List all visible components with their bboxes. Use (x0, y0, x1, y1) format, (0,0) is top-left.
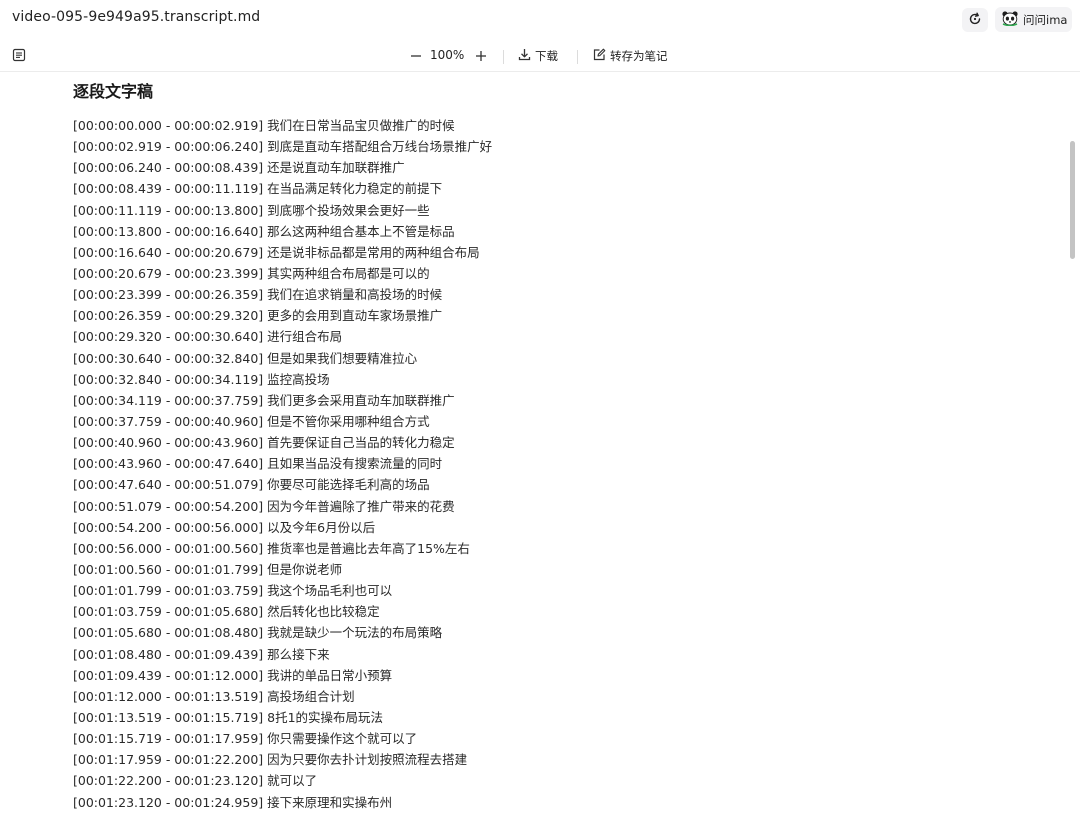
transcript-line: [00:00:43.960 - 00:00:47.640] 且如果当品没有搜索流… (73, 456, 443, 472)
download-label: 下载 (535, 49, 558, 63)
vertical-scrollbar[interactable] (1068, 73, 1078, 817)
refresh-icon (968, 11, 982, 30)
transcript-line: [00:00:56.000 - 00:01:00.560] 推货率也是普遍比去年… (73, 540, 470, 556)
document-title: video-095-9e949a95.transcript.md (12, 9, 261, 25)
section-heading: 逐段文字稿 (73, 82, 154, 101)
plus-icon (475, 47, 487, 66)
transcript-line: [00:01:09.439 - 00:01:12.000] 我讲的单品日常小预算 (73, 667, 393, 683)
outline-toggle-button[interactable] (11, 48, 27, 64)
transcript-line: [00:01:01.799 - 00:01:03.759] 我这个场品毛利也可以 (73, 583, 393, 599)
transcript-line: [00:00:16.640 - 00:00:20.679] 还是说非标品都是常用… (73, 244, 480, 260)
download-icon (518, 48, 531, 64)
transcript-line: [00:00:00.000 - 00:00:02.919] 我们在日常当品宝贝做… (73, 118, 455, 133)
document-view[interactable]: 逐段文字稿 [00:00:00.000 - 00:00:02.919] 我们在日… (0, 73, 1080, 817)
transcript-line: [00:00:20.679 - 00:00:23.399] 其实两种组合布局都是… (73, 265, 430, 281)
transcript-line: [00:00:30.640 - 00:00:32.840] 但是如果我们想要精准… (73, 350, 418, 366)
save-as-note-button[interactable]: 转存为笔记 (593, 46, 668, 66)
transcript-line: [00:00:32.840 - 00:00:34.119] 监控高投场 (73, 371, 330, 387)
transcript-line: [00:00:23.399 - 00:00:26.359] 我们在追求销量和高投… (73, 287, 443, 303)
transcript-line: [00:01:23.120 - 00:01:24.959] 接下来原理和实操布州 (73, 794, 393, 810)
transcript-line: [00:01:22.200 - 00:01:23.120] 就可以了 (73, 773, 318, 789)
transcript-line: [00:00:37.759 - 00:00:40.960] 但是不管你采用哪种组… (73, 413, 430, 429)
viewer-toolbar: 100% 下载 转存为笔记 (0, 40, 1080, 72)
transcript-line: [00:01:03.759 - 00:01:05.680] 然后转化也比较稳定 (73, 604, 380, 620)
zoom-level: 100% (430, 48, 465, 62)
transcript-line: [00:00:13.800 - 00:00:16.640] 那么这两种组合基本上… (73, 223, 455, 239)
scrollbar-thumb[interactable] (1070, 141, 1075, 259)
transcript-line: [00:00:51.079 - 00:00:54.200] 因为今年普遍除了推广… (73, 498, 455, 514)
zoom-out-button[interactable] (409, 46, 423, 66)
toolbar-divider (577, 50, 578, 64)
transcript-line: [00:00:08.439 - 00:00:11.119] 在当品满足转化力稳定… (73, 181, 443, 197)
save-as-note-label: 转存为笔记 (610, 49, 668, 63)
transcript-line: [00:00:47.640 - 00:00:51.079] 你要尽可能选择毛利高… (73, 477, 430, 493)
refresh-button[interactable] (962, 8, 988, 32)
transcript-line: [00:00:34.119 - 00:00:37.759] 我们更多会采用直动车… (73, 392, 455, 408)
transcript-line: [00:00:40.960 - 00:00:43.960] 首先要保证自己当品的… (73, 435, 455, 451)
toolbar-divider (503, 50, 504, 64)
minus-icon (410, 47, 422, 66)
transcript-line: [00:00:54.200 - 00:00:56.000] 以及今年6月份以后 (73, 519, 376, 535)
transcript-line: [00:01:00.560 - 00:01:01.799] 但是你说老师 (73, 561, 343, 577)
transcript-line: [00:01:13.519 - 00:01:15.719] 8托1的实操布局玩法 (73, 709, 384, 725)
download-button[interactable]: 下载 (518, 46, 558, 66)
ask-ima-button[interactable]: 问问ima (995, 7, 1072, 32)
transcript-line: [00:01:17.959 - 00:01:22.200] 因为只要你去扑计划按… (73, 752, 468, 768)
panda-icon (1001, 10, 1019, 29)
transcript-list: [00:00:00.000 - 00:00:02.919] 我们在日常当品宝贝做… (73, 115, 492, 813)
title-bar: video-095-9e949a95.transcript.md 问问ima (0, 0, 1080, 38)
edit-note-icon (593, 48, 606, 64)
transcript-line: [00:00:02.919 - 00:00:06.240] 到底是直动车搭配组合… (73, 139, 493, 155)
transcript-line: [00:01:12.000 - 00:01:13.519] 高投场组合计划 (73, 688, 355, 704)
ask-ima-label: 问问ima (1023, 12, 1068, 27)
transcript-line: [00:01:15.719 - 00:01:17.959] 你只需要操作这个就可… (73, 731, 418, 747)
transcript-line: [00:00:11.119 - 00:00:13.800] 到底哪个投场效果会更… (73, 202, 430, 218)
transcript-line: [00:01:08.480 - 00:01:09.439] 那么接下来 (73, 646, 330, 662)
transcript-line: [00:00:06.240 - 00:00:08.439] 还是说直动车加联群推… (73, 160, 405, 176)
outline-list-icon (12, 47, 26, 66)
transcript-line: [00:01:05.680 - 00:01:08.480] 我就是缺少一个玩法的… (73, 625, 443, 641)
transcript-line: [00:00:29.320 - 00:00:30.640] 进行组合布局 (73, 329, 343, 345)
zoom-in-button[interactable] (474, 46, 488, 66)
transcript-line: [00:00:26.359 - 00:00:29.320] 更多的会用到直动车家… (73, 308, 443, 324)
